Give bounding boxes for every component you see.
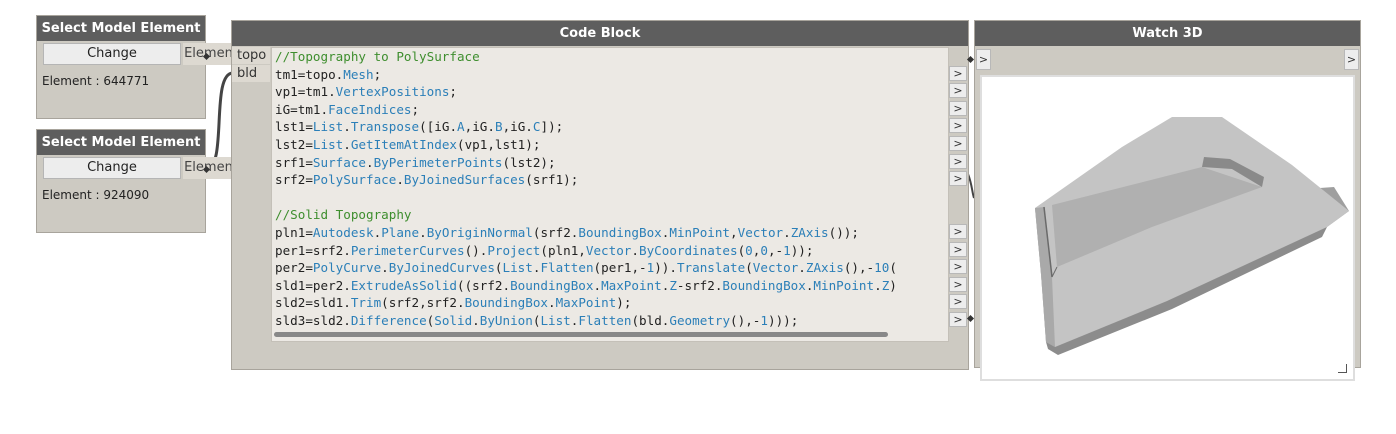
node-title: Select Model Element bbox=[37, 130, 205, 155]
output-port-line[interactable]: > bbox=[949, 153, 967, 169]
code-line[interactable]: sld1=per2.ExtrudeAsSolid((srf2.BoundingB… bbox=[272, 277, 948, 295]
watch-3d-node[interactable]: Watch 3D > > bbox=[974, 20, 1361, 381]
output-port-line[interactable]: > bbox=[949, 294, 967, 310]
node-title: Code Block bbox=[232, 21, 968, 46]
output-port-line[interactable]: > bbox=[949, 100, 967, 116]
code-line[interactable]: srf1=Surface.ByPerimeterPoints(lst2); bbox=[272, 154, 948, 172]
terrain-mesh-preview bbox=[1035, 117, 1349, 355]
code-line[interactable]: per2=PolyCurve.ByJoinedCurves(List.Flatt… bbox=[272, 259, 948, 277]
code-line[interactable]: //Topography to PolySurface bbox=[272, 48, 948, 66]
code-editor[interactable]: //Topography to PolySurface tm1=topo.Mesh… bbox=[271, 47, 949, 342]
code-line[interactable]: //Solid Topography bbox=[272, 206, 948, 224]
code-line[interactable]: sld3=sld2.Difference(Solid.ByUnion(List.… bbox=[272, 312, 948, 330]
wire-element-to-bld bbox=[205, 71, 234, 171]
output-port-line[interactable]: > bbox=[949, 259, 967, 275]
input-port-bld[interactable]: bld bbox=[232, 65, 270, 82]
code-line[interactable]: pln1=Autodesk.Plane.ByOriginNormal(srf2.… bbox=[272, 224, 948, 242]
node-title: Watch 3D bbox=[975, 21, 1360, 46]
code-line[interactable]: iG=tm1.FaceIndices; bbox=[272, 101, 948, 119]
watch3d-input-port[interactable]: > bbox=[976, 49, 991, 70]
code-line[interactable]: srf2=PolySurface.ByJoinedSurfaces(srf1); bbox=[272, 171, 948, 189]
output-port-line[interactable]: > bbox=[949, 118, 967, 134]
code-line[interactable]: lst1=List.Transpose([iG.A,iG.B,iG.C]); bbox=[272, 118, 948, 136]
code-line[interactable] bbox=[272, 189, 948, 207]
code-line[interactable]: lst2=List.GetItemAtIndex(vp1,lst1); bbox=[272, 136, 948, 154]
code-block-node[interactable]: Code Block topo bld //Topography to Poly… bbox=[231, 20, 969, 370]
code-line[interactable]: tm1=topo.Mesh; bbox=[272, 66, 948, 84]
watch3d-port-bar: > > bbox=[975, 47, 1360, 70]
select-model-element-node-1[interactable]: Select Model Element Change Element Elem… bbox=[36, 15, 239, 119]
output-port-line[interactable]: > bbox=[949, 83, 967, 99]
code-line[interactable]: vp1=tm1.VertexPositions; bbox=[272, 83, 948, 101]
output-port-line[interactable]: > bbox=[949, 65, 967, 81]
watch3d-output-port[interactable]: > bbox=[1344, 49, 1359, 70]
horizontal-scrollbar[interactable] bbox=[274, 332, 888, 337]
change-button[interactable]: Change bbox=[43, 43, 181, 65]
output-port-line[interactable]: > bbox=[949, 224, 967, 239]
change-button[interactable]: Change bbox=[43, 157, 181, 179]
input-port-topo[interactable]: topo bbox=[232, 47, 270, 64]
3d-preview-viewport[interactable] bbox=[980, 75, 1355, 381]
select-model-element-node-2[interactable]: Select Model Element Change Element Elem… bbox=[36, 129, 239, 233]
output-port-line[interactable]: > bbox=[949, 136, 967, 151]
output-port-line[interactable]: > bbox=[949, 241, 967, 257]
resize-grip-icon[interactable] bbox=[1338, 364, 1347, 373]
output-port-line[interactable]: > bbox=[949, 312, 967, 327]
element-id-text: Element : 644771 bbox=[42, 74, 150, 88]
input-ports: topo bld bbox=[232, 47, 270, 83]
element-id-text: Element : 924090 bbox=[42, 188, 150, 202]
output-port-line[interactable]: > bbox=[949, 276, 967, 292]
node-title: Select Model Element bbox=[37, 16, 205, 41]
output-port-line[interactable]: > bbox=[949, 171, 967, 187]
code-line[interactable]: per1=srf2.PerimeterCurves().Project(pln1… bbox=[272, 242, 948, 260]
code-line[interactable]: sld2=sld1.Trim(srf2,srf2.BoundingBox.Max… bbox=[272, 294, 948, 312]
